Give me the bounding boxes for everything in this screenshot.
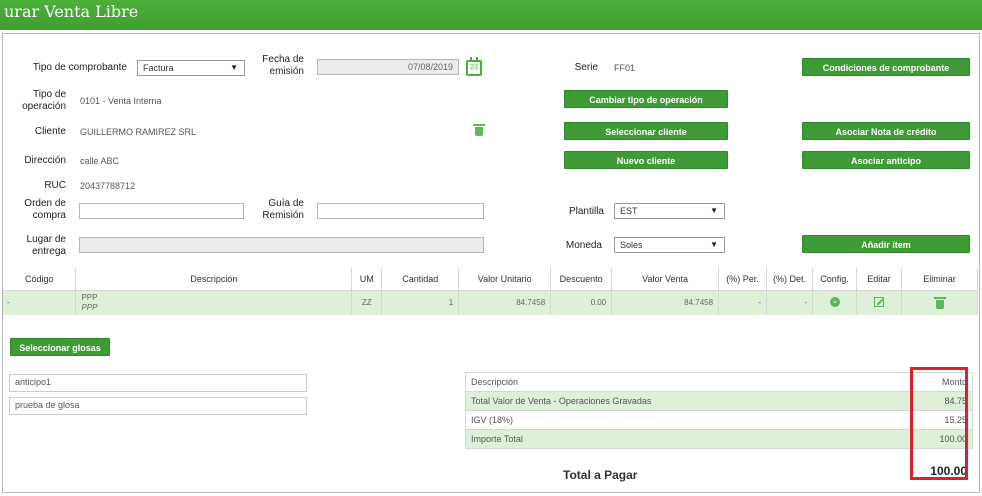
tipo-comprobante-value: Factura: [143, 63, 174, 73]
cambiar-tipo-operacion-button[interactable]: Cambiar tipo de operación: [564, 90, 728, 108]
header-descripcion: Descripción: [75, 268, 353, 291]
lugar-entrega-input[interactable]: [79, 237, 484, 253]
nuevo-cliente-button[interactable]: Nuevo cliente: [564, 151, 728, 169]
summary-desc: Total Valor de Venta - Operaciones Grava…: [465, 391, 911, 411]
edit-icon[interactable]: [873, 296, 884, 307]
header-per: (%) Per.: [718, 268, 768, 291]
asociar-nota-credito-button[interactable]: Asociar Nota de crédito: [802, 122, 970, 140]
tipo-comprobante-label: Tipo de comprobante: [32, 62, 127, 73]
header-det: (%) Det.: [766, 268, 814, 291]
summary-table: Descripción Monto Total Valor de Venta -…: [465, 372, 973, 449]
header-eliminar: Eliminar: [901, 268, 979, 291]
cell-descripcion-line1: PPP: [81, 292, 98, 302]
direccion-value: calle ABC: [80, 156, 120, 166]
seleccionar-cliente-button[interactable]: Seleccionar cliente: [564, 122, 728, 140]
window-title: urar Venta Libre: [4, 2, 139, 21]
cliente-value: GUILLERMO RAMIREZ SRL: [80, 127, 197, 137]
cell-descripcion: PPP PPP: [75, 290, 353, 315]
serie-value: FF01: [614, 63, 636, 73]
asociar-anticipo-button[interactable]: Asociar anticipo: [802, 151, 970, 169]
header-descuento: Descuento: [550, 268, 613, 291]
plantilla-label: Plantilla: [568, 206, 604, 217]
moneda-label: Moneda: [565, 240, 602, 251]
cell-valor-venta: 84.7458: [611, 290, 720, 315]
tipo-operacion-value: 0101 - Venta Interna: [80, 96, 162, 106]
highlight-box: [910, 367, 968, 480]
chevron-down-icon: ▼: [710, 206, 718, 215]
items-table: Código Descripción UM Cantidad Valor Uni…: [3, 268, 979, 315]
cell-cantidad: 1: [381, 290, 460, 315]
cell-editar: [856, 290, 902, 315]
summary-row: Total Valor de Venta - Operaciones Grava…: [465, 391, 973, 411]
plantilla-select[interactable]: EST ▼: [614, 203, 725, 219]
seleccionar-glosas-button[interactable]: Seleccionar glosas: [10, 338, 110, 356]
orden-label-line1: Orden de: [24, 198, 66, 209]
header-editar: Editar: [856, 268, 902, 291]
lugar-entrega-label: Lugar de entrega: [22, 234, 66, 258]
tipo-operacion-label-line1: Tipo de: [33, 89, 66, 100]
lugar-label-line1: Lugar de: [26, 234, 66, 245]
ruc-value: 20437788712: [80, 181, 136, 191]
summary-header-row: Descripción Monto: [465, 372, 973, 392]
cell-per: -: [718, 290, 768, 315]
tipo-operacion-label-line2: operación: [22, 101, 66, 112]
orden-compra-input[interactable]: [79, 203, 244, 219]
cell-det: -: [766, 290, 814, 315]
ruc-label: RUC: [44, 180, 66, 191]
tipo-operacion-label: Tipo de operación: [22, 89, 66, 113]
guia-label-line1: Guía de: [268, 198, 304, 209]
tipo-comprobante-select[interactable]: Factura ▼: [137, 60, 245, 76]
header-config: Config.: [812, 268, 857, 291]
lugar-label-line2: entrega: [32, 246, 66, 257]
cell-eliminar: [901, 290, 979, 315]
header-valor-venta: Valor Venta: [611, 268, 720, 291]
header-codigo: Código: [3, 268, 77, 291]
chevron-down-icon: ▼: [230, 63, 238, 72]
fecha-label-line2: emisión: [269, 66, 304, 77]
chevron-down-icon: ▼: [710, 240, 718, 249]
header-valor-unitario: Valor Unitario: [458, 268, 552, 291]
calendar-day: 23: [470, 64, 478, 71]
table-row: - PPP PPP ZZ 1 84.7458 0.00 84.7458 - -: [3, 290, 979, 315]
guia-remision-input[interactable]: [317, 203, 484, 219]
summary-desc: Importe Total: [465, 429, 911, 449]
cell-descripcion-line2: PPP: [81, 302, 98, 312]
serie-label: Serie: [574, 62, 598, 73]
table-header-row: Código Descripción UM Cantidad Valor Uni…: [3, 268, 979, 291]
glosa-item[interactable]: anticipo1: [9, 374, 307, 392]
condiciones-comprobante-button[interactable]: Condiciones de comprobante: [802, 58, 970, 76]
cell-descuento: 0.00: [550, 290, 613, 315]
cell-um: ZZ: [351, 290, 383, 315]
plantilla-value: EST: [620, 206, 638, 216]
fecha-emision-label: Fecha de emisión: [252, 54, 304, 78]
header-um: UM: [351, 268, 383, 291]
moneda-select[interactable]: Soles ▼: [614, 237, 725, 253]
summary-desc: IGV (18%): [465, 410, 911, 430]
fecha-emision-input[interactable]: 07/08/2019: [317, 59, 459, 75]
cell-valor-unitario: 84.7458: [458, 290, 552, 315]
fecha-label-line1: Fecha de: [262, 54, 304, 65]
direccion-label: Dirección: [24, 155, 66, 166]
guia-remision-label: Guía de Remisión: [252, 198, 304, 222]
summary-header-desc: Descripción: [465, 372, 911, 392]
glosa-item[interactable]: prueba de glosa: [9, 397, 307, 415]
orden-compra-label: Orden de compra: [22, 198, 66, 222]
cliente-label: Cliente: [34, 126, 66, 137]
total-a-pagar-label: Total a Pagar: [563, 468, 638, 482]
summary-row: Importe Total 100.00: [465, 429, 973, 449]
cell-codigo: -: [3, 290, 77, 315]
trash-icon[interactable]: [933, 296, 946, 309]
anadir-item-button[interactable]: Añadir ítem: [802, 235, 970, 253]
orden-label-line2: compra: [32, 210, 66, 221]
cell-config: [812, 290, 857, 315]
title-bar: urar Venta Libre: [0, 0, 982, 30]
moneda-value: Soles: [620, 240, 643, 250]
header-cantidad: Cantidad: [381, 268, 460, 291]
gear-icon[interactable]: [829, 296, 840, 307]
calendar-icon[interactable]: 23: [466, 57, 482, 76]
guia-label-line2: Remisión: [262, 210, 304, 221]
delete-client-trash-icon[interactable]: [473, 124, 485, 136]
summary-row: IGV (18%) 15.25: [465, 410, 973, 430]
